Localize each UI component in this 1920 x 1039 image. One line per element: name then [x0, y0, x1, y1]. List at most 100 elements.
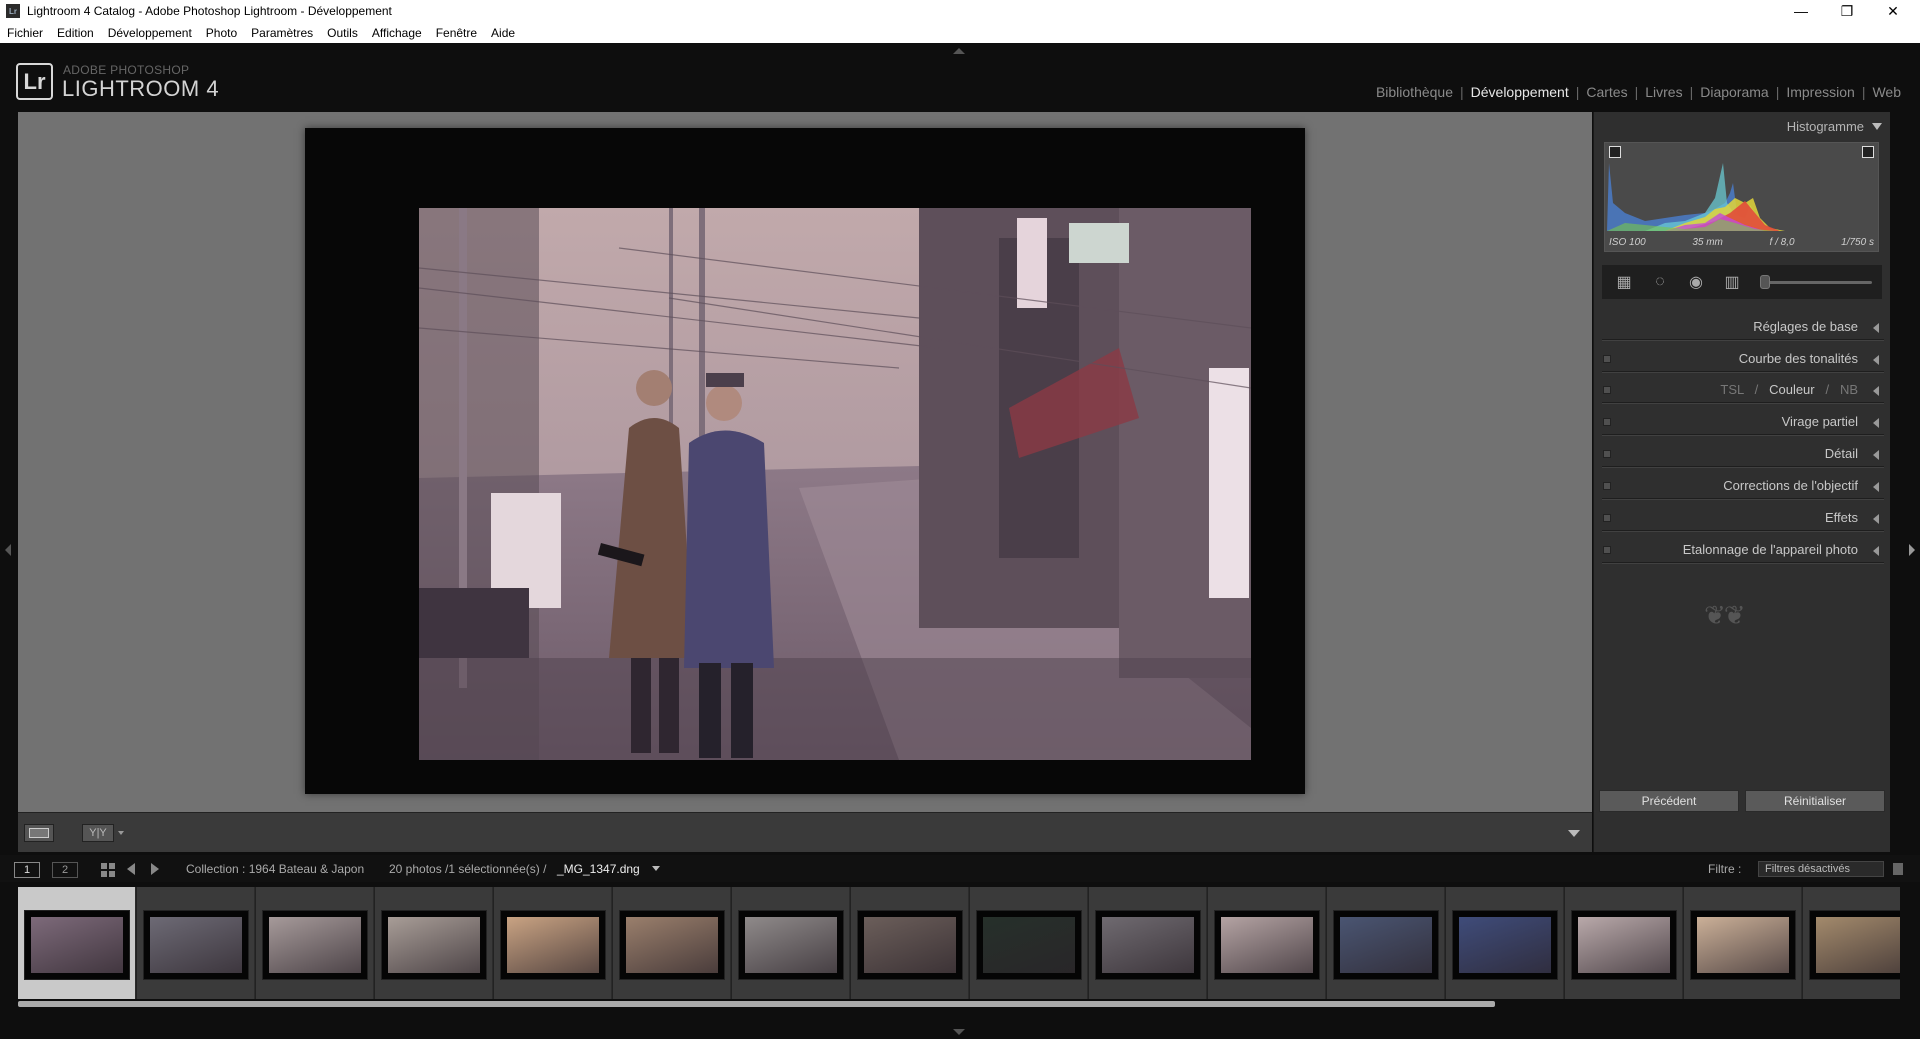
filmstrip[interactable]	[18, 887, 1900, 999]
filmstrip-cell[interactable]	[1684, 887, 1802, 999]
collapse-filmstrip-icon[interactable]	[953, 1029, 965, 1035]
photo-thumbnail[interactable]	[976, 910, 1082, 980]
toolbar-content-dropdown-icon[interactable]	[1568, 830, 1580, 837]
image-viewer[interactable]	[18, 112, 1592, 812]
filmstrip-cell[interactable]	[1208, 887, 1326, 999]
section-virage-partiel[interactable]: Virage partiel	[1602, 409, 1884, 435]
filmstrip-cell[interactable]	[375, 887, 493, 999]
menu-photo[interactable]: Photo	[206, 26, 237, 40]
reset-button[interactable]: Réinitialiser	[1745, 790, 1885, 812]
before-after-dropdown-icon[interactable]	[118, 831, 124, 835]
module-cartes[interactable]: Cartes	[1579, 84, 1634, 100]
photo-thumbnail[interactable]	[262, 910, 368, 980]
photo-thumbnail[interactable]	[619, 910, 725, 980]
spot-removal-icon[interactable]: ◌	[1646, 271, 1674, 293]
loupe-view-button[interactable]	[24, 824, 54, 842]
section-switch[interactable]	[1603, 355, 1611, 363]
histogram-collapse-icon[interactable]	[1872, 123, 1882, 130]
expand-left-panel-icon[interactable]	[5, 544, 11, 556]
filmstrip-cell[interactable]	[732, 887, 850, 999]
grid-view-icon[interactable]	[101, 863, 115, 877]
filmstrip-cell[interactable]	[18, 887, 136, 999]
collapse-top-panel-icon[interactable]	[953, 48, 965, 54]
photo-thumbnail[interactable]	[1571, 910, 1677, 980]
photo-thumbnail[interactable]	[1214, 910, 1320, 980]
photo-thumbnail[interactable]	[500, 910, 606, 980]
photo-thumbnail[interactable]	[738, 910, 844, 980]
section-switch[interactable]	[1603, 450, 1611, 458]
section-expand-icon[interactable]	[1873, 323, 1879, 333]
minimize-button[interactable]: —	[1778, 0, 1824, 22]
section-etalonnage-appareil[interactable]: Etalonnage de l'appareil photo	[1602, 537, 1884, 563]
section-switch[interactable]	[1603, 418, 1611, 426]
filmstrip-cell[interactable]	[1327, 887, 1445, 999]
photo-thumbnail[interactable]	[1809, 910, 1900, 980]
section-switch[interactable]	[1603, 514, 1611, 522]
menu-outils[interactable]: Outils	[327, 26, 358, 40]
section-expand-icon[interactable]	[1873, 355, 1879, 365]
section-expand-icon[interactable]	[1873, 482, 1879, 492]
forward-arrow-icon[interactable]	[151, 863, 159, 875]
collection-source[interactable]: Collection : 1964 Bateau & Japon	[186, 862, 364, 876]
section-expand-icon[interactable]	[1873, 386, 1879, 396]
filmstrip-cell[interactable]	[1565, 887, 1683, 999]
menu-parametres[interactable]: Paramètres	[251, 26, 313, 40]
collapse-right-panel-icon[interactable]	[1909, 544, 1915, 556]
module-developpement[interactable]: Développement	[1464, 84, 1576, 100]
section-switch[interactable]	[1603, 482, 1611, 490]
red-eye-correction-icon[interactable]: ◉	[1682, 271, 1710, 293]
menu-developpement[interactable]: Développement	[108, 26, 192, 40]
filmstrip-scrollbar[interactable]	[18, 1001, 1495, 1007]
main-photo[interactable]	[419, 208, 1251, 760]
filter-lock-icon[interactable]	[1893, 863, 1903, 875]
adjustment-brush-slider-track[interactable]	[1762, 281, 1872, 284]
tab-tsl[interactable]: TSL	[1720, 382, 1743, 397]
main-window-button[interactable]: 1	[14, 862, 40, 878]
section-expand-icon[interactable]	[1873, 418, 1879, 428]
menu-edition[interactable]: Edition	[57, 26, 94, 40]
histogram-header[interactable]: Histogramme	[1594, 116, 1890, 137]
section-expand-icon[interactable]	[1873, 450, 1879, 460]
maximize-button[interactable]: ❐	[1824, 0, 1870, 22]
photo-thumbnail[interactable]	[857, 910, 963, 980]
left-panel-edge[interactable]	[0, 112, 18, 852]
filmstrip-cell[interactable]	[613, 887, 731, 999]
secondary-window-button[interactable]: 2	[52, 862, 78, 878]
photo-thumbnail[interactable]	[143, 910, 249, 980]
adjustment-brush-slider-knob[interactable]	[1760, 275, 1770, 289]
section-switch[interactable]	[1603, 546, 1611, 554]
section-expand-icon[interactable]	[1873, 546, 1879, 556]
module-diaporama[interactable]: Diaporama	[1693, 84, 1775, 100]
photo-thumbnail[interactable]	[1452, 910, 1558, 980]
menu-affichage[interactable]: Affichage	[372, 26, 422, 40]
section-corrections-objectif[interactable]: Corrections de l'objectif	[1602, 473, 1884, 499]
filmstrip-cell[interactable]	[970, 887, 1088, 999]
histogram[interactable]: ISO 100 35 mm f / 8,0 1/750 s	[1604, 142, 1879, 252]
photo-thumbnail[interactable]	[381, 910, 487, 980]
section-switch[interactable]	[1603, 386, 1611, 394]
filmstrip-cell[interactable]	[137, 887, 255, 999]
module-livres[interactable]: Livres	[1638, 84, 1689, 100]
filmstrip-cell[interactable]	[1803, 887, 1900, 999]
photo-thumbnail[interactable]	[1333, 910, 1439, 980]
previous-settings-button[interactable]: Précédent	[1599, 790, 1739, 812]
graduated-filter-icon[interactable]: ▥	[1718, 271, 1746, 293]
tab-nb[interactable]: NB	[1840, 382, 1858, 397]
section-courbe-des-tonalites[interactable]: Courbe des tonalités	[1602, 346, 1884, 372]
photo-thumbnail[interactable]	[24, 910, 130, 980]
menu-aide[interactable]: Aide	[491, 26, 515, 40]
section-tsl-couleur-nb[interactable]: TSL / Couleur / NB	[1602, 377, 1884, 403]
filmstrip-cell[interactable]	[851, 887, 969, 999]
photo-thumbnail[interactable]	[1690, 910, 1796, 980]
module-impression[interactable]: Impression	[1779, 84, 1861, 100]
filmstrip-cell[interactable]	[1446, 887, 1564, 999]
filmstrip-cell[interactable]	[256, 887, 374, 999]
filename-dropdown-icon[interactable]	[652, 866, 660, 871]
crop-overlay-icon[interactable]: ▦	[1610, 271, 1638, 293]
current-filename[interactable]: _MG_1347.dng	[557, 862, 640, 876]
before-after-button[interactable]: Y|Y	[82, 824, 114, 842]
module-bibliotheque[interactable]: Bibliothèque	[1369, 84, 1460, 100]
close-button[interactable]: ✕	[1870, 0, 1916, 22]
section-reglages-de-base[interactable]: Réglages de base	[1602, 314, 1884, 340]
filter-dropdown[interactable]: Filtres désactivés	[1758, 861, 1884, 877]
